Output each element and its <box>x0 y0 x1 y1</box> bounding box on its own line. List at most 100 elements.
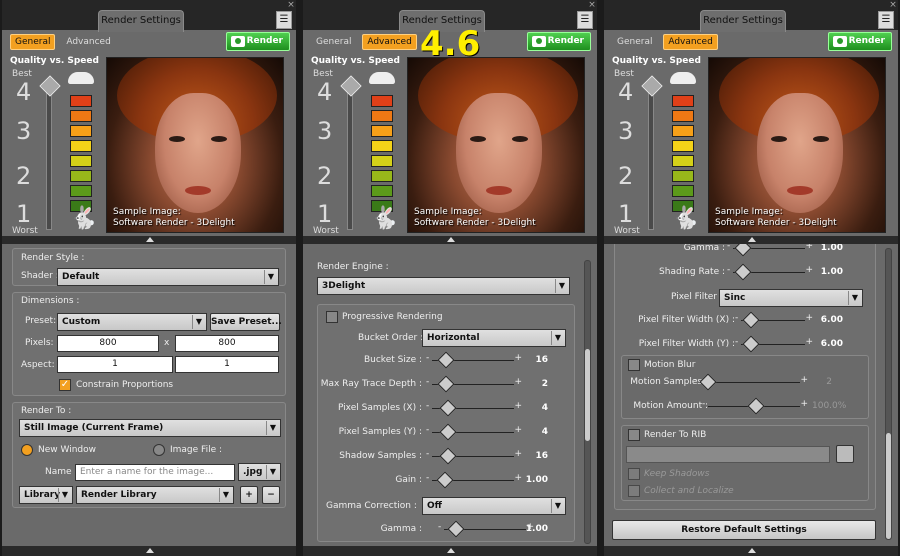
gamma-slider-knob[interactable] <box>734 244 752 257</box>
gamma-slider-row[interactable]: Gamma : 1.00 <box>318 520 574 538</box>
render-button[interactable]: Render <box>527 32 591 51</box>
quality-meter <box>70 95 92 215</box>
tab-advanced[interactable]: Advanced <box>61 34 115 50</box>
keep-shadows-checkbox[interactable] <box>628 468 640 480</box>
image-file-radio[interactable] <box>153 444 165 456</box>
close-icon[interactable]: × <box>587 0 597 10</box>
collapse-arrow-icon[interactable] <box>303 236 597 244</box>
slider-knob[interactable] <box>436 471 454 489</box>
new-window-radio[interactable] <box>21 444 33 456</box>
rib-path-input[interactable] <box>626 446 830 463</box>
slider-row[interactable]: Shadow Samples : 16 <box>318 447 574 465</box>
gamma-slider-knob[interactable] <box>447 520 465 538</box>
library-dropdown[interactable]: Library ▼ <box>19 486 73 504</box>
motion-amount-knob[interactable] <box>747 397 765 415</box>
shading-rate-row[interactable]: Shading Rate : 1.00 <box>615 263 875 281</box>
render-button[interactable]: Render <box>828 32 892 51</box>
tab-advanced[interactable]: Advanced <box>663 34 718 50</box>
slider-knob[interactable] <box>439 447 457 465</box>
scrollbar-thumb[interactable] <box>585 349 590 441</box>
filter-width-x-value: 6.00 <box>820 315 843 325</box>
panel-title-tab[interactable]: Render Settings <box>98 10 184 32</box>
save-preset-button[interactable]: Save Preset... <box>210 313 282 331</box>
worst-label: Worst <box>313 226 339 236</box>
shader-label: Shader : <box>21 271 59 281</box>
collapse-arrow-icon[interactable] <box>604 236 898 244</box>
progressive-checkbox[interactable] <box>326 311 338 323</box>
quality-slider-track[interactable] <box>347 80 353 230</box>
tab-general[interactable]: General <box>311 34 356 50</box>
extension-dropdown[interactable]: .jpg ▼ <box>238 463 281 481</box>
motion-amount-row[interactable]: Motion Amount : 100.0% <box>622 397 868 415</box>
close-icon[interactable]: × <box>286 0 296 10</box>
shader-dropdown[interactable]: Default ▼ <box>57 268 279 286</box>
slider-row[interactable]: Pixel Samples (Y) : 4 <box>318 423 574 441</box>
browse-rib-button[interactable] <box>836 445 854 463</box>
scrollbar[interactable] <box>584 260 591 544</box>
slider-row[interactable]: Gain : 1.00 <box>318 471 574 489</box>
scrollbar[interactable] <box>885 248 892 540</box>
constrain-checkbox[interactable]: ✓ <box>59 379 71 391</box>
pixel-filter-label: Pixel Filter : <box>671 292 723 302</box>
tab-general[interactable]: General <box>10 34 56 50</box>
slider-value: 16 <box>535 451 548 461</box>
bucket-order-dropdown[interactable]: Horizontal ▼ <box>422 329 566 347</box>
filter-width-x-knob[interactable] <box>742 311 760 329</box>
panel-menu-icon[interactable]: ☰ <box>577 11 593 29</box>
preset-dropdown[interactable]: Custom ▼ <box>57 313 207 331</box>
slider-row[interactable]: Max Ray Trace Depth : 2 <box>318 375 574 393</box>
width-input[interactable]: 800 <box>57 335 159 352</box>
expand-arrow-icon[interactable] <box>303 546 597 556</box>
panel-menu-icon[interactable]: ☰ <box>878 11 894 29</box>
restore-default-button[interactable]: Restore Default Settings <box>612 520 876 540</box>
render-button[interactable]: Render <box>226 32 290 51</box>
gamma-slider-row[interactable]: Gamma : 1.00 <box>615 244 875 257</box>
shading-rate-knob[interactable] <box>734 263 752 281</box>
tab-advanced[interactable]: Advanced <box>362 34 417 50</box>
quality-meter-segment <box>371 170 393 182</box>
image-name-input[interactable]: Enter a name for the image... <box>75 464 235 481</box>
slider-row[interactable]: Bucket Size : 16 <box>318 351 574 369</box>
slider-label: Max Ray Trace Depth : <box>320 379 422 389</box>
collapse-arrow-icon[interactable] <box>2 236 296 244</box>
expand-arrow-icon[interactable] <box>2 546 296 556</box>
slider-knob[interactable] <box>439 399 457 417</box>
render-to-rib-checkbox[interactable] <box>628 429 640 441</box>
quality-slider-track[interactable] <box>648 80 654 230</box>
pixel-filter-dropdown[interactable]: Sinc ▼ <box>719 289 863 307</box>
render-target-dropdown[interactable]: Still Image (Current Frame) ▼ <box>19 419 281 437</box>
filter-width-y-knob[interactable] <box>742 335 760 353</box>
sample-image: Sample Image: Software Render - 3Delight <box>407 57 585 233</box>
slider-row[interactable]: Pixel Samples (X) : 4 <box>318 399 574 417</box>
filter-width-y-row[interactable]: Pixel Filter Width (Y) : 6.00 <box>615 335 875 353</box>
panel-title-tab[interactable]: Render Settings <box>700 10 786 32</box>
remove-button[interactable]: − <box>262 486 280 504</box>
gamma-correction-label: Gamma Correction : <box>326 501 417 511</box>
slider-knob[interactable] <box>439 423 457 441</box>
gamma-correction-dropdown[interactable]: Off ▼ <box>422 497 566 515</box>
render-settings-panel-advanced-engine: Render Settings ☰ × General Advanced Ren… <box>303 0 597 556</box>
slider-knob[interactable] <box>437 351 455 369</box>
aspect-height-input[interactable]: 1 <box>175 356 279 373</box>
aspect-width-input[interactable]: 1 <box>57 356 173 373</box>
quality-slider-thumb[interactable] <box>39 75 61 97</box>
scrollbar-thumb[interactable] <box>886 433 891 539</box>
motion-blur-checkbox[interactable] <box>628 359 640 371</box>
render-engine-dropdown[interactable]: 3Delight ▼ <box>317 277 570 295</box>
filter-width-x-row[interactable]: Pixel Filter Width (X) : 6.00 <box>615 311 875 329</box>
collect-localize-checkbox[interactable] <box>628 485 640 497</box>
quality-slider-thumb[interactable] <box>641 75 663 97</box>
height-input[interactable]: 800 <box>175 335 279 352</box>
render-library-dropdown[interactable]: Render Library ▼ <box>76 486 234 504</box>
expand-arrow-icon[interactable] <box>604 546 898 556</box>
slider-knob[interactable] <box>437 375 455 393</box>
add-button[interactable]: + <box>240 486 258 504</box>
quality-meter-segment <box>371 140 393 152</box>
quality-slider-thumb[interactable] <box>340 75 362 97</box>
close-icon[interactable]: × <box>888 0 898 10</box>
tab-general[interactable]: General <box>612 34 657 50</box>
level-2: 2 <box>16 162 32 190</box>
motion-samples-row[interactable]: Motion Samples : 2 <box>622 373 868 391</box>
panel-menu-icon[interactable]: ☰ <box>276 11 292 29</box>
quality-slider-track[interactable] <box>46 80 52 230</box>
